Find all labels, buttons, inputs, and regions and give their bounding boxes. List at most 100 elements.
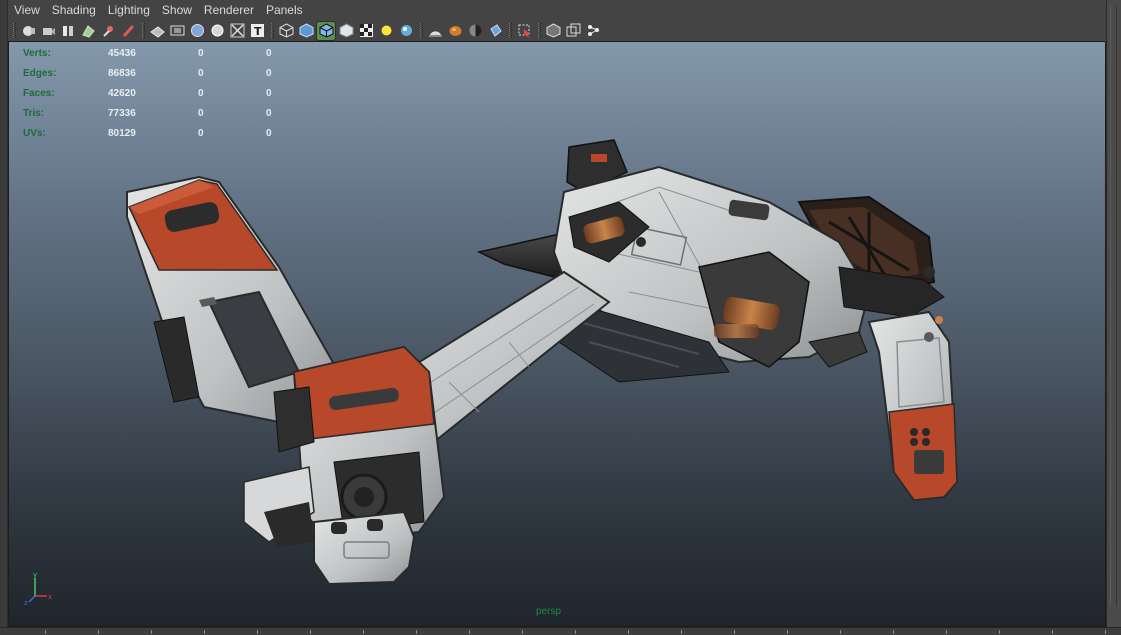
bottom-ruler bbox=[0, 627, 1121, 635]
ruler-tick bbox=[787, 630, 788, 634]
ruler-tick bbox=[45, 630, 46, 634]
ruler-tick bbox=[363, 630, 364, 634]
hud-value-triangles: 0 bbox=[266, 87, 272, 99]
menu-renderer[interactable]: Renderer bbox=[198, 2, 260, 19]
smooth-shade-button[interactable] bbox=[297, 22, 315, 40]
menu-panels[interactable]: Panels bbox=[260, 2, 309, 19]
hud-value-triangles: 0 bbox=[266, 47, 272, 59]
svg-text:T: T bbox=[254, 25, 262, 38]
smooth-shade-icon bbox=[299, 23, 313, 38]
field-chart-button[interactable] bbox=[228, 22, 246, 40]
motion-blur-button[interactable] bbox=[466, 22, 484, 40]
default-lighting-button[interactable] bbox=[377, 22, 395, 40]
anti-aliasing-button[interactable] bbox=[486, 22, 504, 40]
backface-culling-icon bbox=[587, 25, 599, 36]
hud-row: UVs: 80129 0 0 bbox=[23, 123, 306, 143]
image-plane-button[interactable] bbox=[79, 22, 97, 40]
hud-value-triangles: 0 bbox=[266, 127, 272, 139]
shadows-button[interactable] bbox=[426, 22, 444, 40]
hud-value-selected: 0 bbox=[198, 67, 204, 79]
hud-value-total: 45436 bbox=[108, 47, 136, 59]
two-d-pan-zoom-button[interactable] bbox=[99, 22, 117, 40]
hud-value-total: 86836 bbox=[108, 67, 136, 79]
ruler-tick bbox=[1052, 630, 1053, 634]
textured-icon bbox=[359, 24, 373, 37]
resolution-gate-icon bbox=[190, 24, 204, 37]
menu-lighting[interactable]: Lighting bbox=[102, 2, 156, 19]
hud-row: Faces: 42620 0 0 bbox=[23, 83, 306, 103]
toolbar-separator bbox=[13, 23, 16, 38]
ruler-tick bbox=[151, 630, 152, 634]
ruler-tick bbox=[734, 630, 735, 634]
toolbar-separator bbox=[420, 23, 423, 38]
maya-viewport-window: View Shading Lighting Show Renderer Pane… bbox=[0, 0, 1121, 635]
screen-space-ao-button[interactable] bbox=[446, 22, 464, 40]
film-gate-button[interactable] bbox=[168, 22, 186, 40]
hud-value-triangles: 0 bbox=[266, 107, 272, 119]
resolution-gate-button[interactable] bbox=[188, 22, 206, 40]
ruler-tick bbox=[257, 630, 258, 634]
axis-y-label: y bbox=[33, 571, 37, 579]
xray-joints-button[interactable] bbox=[544, 22, 562, 40]
axis-z-label: z bbox=[24, 599, 28, 606]
wireframe-on-shaded-icon bbox=[319, 23, 333, 38]
isolate-select-button[interactable] bbox=[515, 22, 533, 40]
field-chart-icon bbox=[230, 23, 244, 38]
ruler-tick bbox=[310, 630, 311, 634]
menu-shading[interactable]: Shading bbox=[46, 2, 102, 19]
xray-button[interactable] bbox=[337, 22, 355, 40]
grease-pencil-button[interactable] bbox=[119, 22, 137, 40]
hud-row: Tris: 77336 0 0 bbox=[23, 103, 306, 123]
gate-mask-icon bbox=[211, 24, 223, 37]
ruler-tick bbox=[893, 630, 894, 634]
camera-select-button[interactable] bbox=[19, 22, 37, 40]
scrollbar-track[interactable] bbox=[1110, 6, 1117, 606]
hud-value-selected: 0 bbox=[198, 87, 204, 99]
hud-row-label: Tris: bbox=[23, 107, 45, 119]
hud-value-selected: 0 bbox=[198, 127, 204, 139]
all-lights-icon bbox=[400, 25, 412, 36]
gate-mask-button[interactable] bbox=[208, 22, 226, 40]
safe-title-button[interactable]: T bbox=[248, 22, 266, 40]
left-panel-edge bbox=[0, 0, 8, 635]
camera-attributes-button[interactable] bbox=[39, 22, 57, 40]
menu-show[interactable]: Show bbox=[156, 2, 198, 19]
screen-space-ao-icon bbox=[449, 26, 461, 36]
hud-value-total: 42620 bbox=[108, 87, 136, 99]
hud-row-label: UVs: bbox=[23, 127, 46, 139]
two-d-pan-zoom-icon bbox=[102, 26, 113, 37]
bookmarks-button[interactable] bbox=[59, 22, 77, 40]
all-lights-button[interactable] bbox=[397, 22, 415, 40]
ruler-tick bbox=[575, 630, 576, 634]
xray-active-icon bbox=[566, 23, 580, 37]
image-plane-icon bbox=[81, 25, 95, 38]
wireframe-on-shaded-button[interactable] bbox=[316, 20, 336, 41]
film-gate-icon bbox=[170, 25, 184, 36]
ruler-tick bbox=[416, 630, 417, 634]
hud-row: Edges: 86836 0 0 bbox=[23, 63, 306, 83]
grid-icon bbox=[149, 26, 165, 38]
backface-culling-button[interactable] bbox=[584, 22, 602, 40]
motion-blur-icon bbox=[469, 24, 481, 37]
toolbar-separator bbox=[142, 23, 145, 38]
xray-active-button[interactable] bbox=[564, 22, 582, 40]
grid-button[interactable] bbox=[148, 22, 166, 40]
right-scrollbar[interactable] bbox=[1106, 0, 1121, 635]
isolate-select-icon bbox=[518, 24, 530, 38]
xray-joints-icon bbox=[546, 23, 560, 38]
hud-row-label: Verts: bbox=[23, 47, 51, 59]
ruler-tick bbox=[946, 630, 947, 634]
ruler-tick bbox=[469, 630, 470, 634]
hud-value-triangles: 0 bbox=[266, 67, 272, 79]
wireframe-icon bbox=[279, 23, 293, 38]
hud-value-selected: 0 bbox=[198, 47, 204, 59]
perspective-viewport[interactable]: Verts: 45436 0 0 Edges: 86836 0 0 Faces: 42620 0 0 T… bbox=[8, 41, 1106, 627]
ruler-tick bbox=[522, 630, 523, 634]
hud-row: Verts: 45436 0 0 bbox=[23, 43, 306, 63]
hud-row-label: Edges: bbox=[23, 67, 57, 79]
wireframe-button[interactable] bbox=[277, 22, 295, 40]
camera-attributes-icon bbox=[42, 28, 55, 35]
textured-button[interactable] bbox=[357, 22, 375, 40]
ruler-tick bbox=[628, 630, 629, 634]
menu-view[interactable]: View bbox=[8, 2, 46, 19]
